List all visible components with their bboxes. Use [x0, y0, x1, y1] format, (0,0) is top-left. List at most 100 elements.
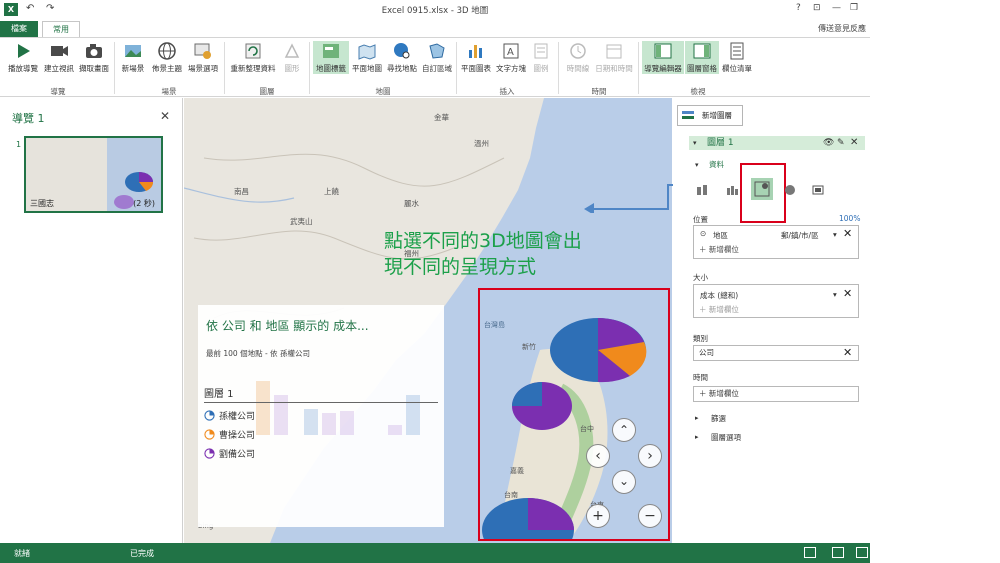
- capture-screen-button[interactable]: 擷取畫面: [77, 41, 111, 74]
- status-ready: 就緒: [14, 549, 30, 558]
- theme-button[interactable]: 佈景主題: [150, 41, 184, 74]
- edit-icon[interactable]: ✎: [837, 138, 845, 148]
- refresh-data-button[interactable]: 重新整理資料: [228, 41, 278, 74]
- theme-label: 佈景主題: [152, 64, 182, 73]
- taiwan-3d-map-inset[interactable]: 台灣島 新竹 台中 嘉義 台南 台東 ⌃ ‹ › ⌄ + −: [478, 288, 670, 541]
- layer-pane-button[interactable]: 圖層窗格: [685, 41, 719, 74]
- clustered-column-icon[interactable]: [725, 183, 739, 197]
- feedback-link[interactable]: 傳送意見反應: [818, 23, 866, 34]
- text-box-icon: A: [503, 43, 519, 59]
- legend-divider: [204, 402, 438, 403]
- zoom-out-button[interactable]: −: [638, 504, 662, 528]
- date-time-button[interactable]: 日期和時間: [594, 41, 634, 74]
- add-field-row[interactable]: ＋ 新增欄位: [699, 244, 739, 255]
- scene-options-button[interactable]: 場景選項: [186, 41, 220, 74]
- radio-icon[interactable]: ⊙: [700, 229, 706, 238]
- new-scene-label: 新場景: [121, 64, 145, 73]
- legend-subtitle: 最前 100 個地點 - 依 孫權公司: [206, 349, 310, 358]
- flat-chart-label: 平面圖表: [461, 64, 491, 73]
- map-city-label: 金華: [434, 113, 449, 122]
- filter-section[interactable]: 篩選: [711, 413, 726, 424]
- annotation-callout: 點選不同的3D地圖會出 現不同的呈現方式: [384, 228, 582, 280]
- field-list-button[interactable]: 欄位清單: [720, 41, 754, 74]
- play-tour-button[interactable]: 播放導覽: [6, 41, 40, 74]
- text-box-button[interactable]: A 文字方塊: [494, 41, 528, 74]
- tab-file[interactable]: 檔案: [0, 21, 38, 37]
- custom-regions-button[interactable]: 自訂區域: [420, 41, 454, 74]
- chevron-down-icon[interactable]: ▾: [833, 290, 837, 299]
- tab-home[interactable]: 常用: [42, 21, 80, 37]
- delete-layer-icon[interactable]: ✕: [850, 137, 858, 148]
- add-field-row[interactable]: ＋ 新增欄位: [699, 304, 739, 315]
- timeline-button[interactable]: 時間線: [563, 41, 593, 74]
- fullscreen-icon[interactable]: [856, 547, 868, 558]
- map-labels-icon: [323, 44, 339, 58]
- map-view-icon[interactable]: [804, 547, 816, 558]
- remove-field-icon[interactable]: ✕: [843, 287, 852, 300]
- pan-left-button[interactable]: ‹: [586, 444, 610, 468]
- ribbon-display-icon[interactable]: ⊡: [813, 3, 821, 13]
- map-labels-button[interactable]: 地圖標籤: [313, 41, 349, 74]
- group-label-scene: 場景: [161, 87, 177, 96]
- custom-regions-label: 自訂區域: [422, 64, 452, 73]
- globe-theme-icon: [158, 42, 176, 60]
- ribbon-separator: [456, 42, 457, 94]
- add-field-label: 新增欄位: [708, 389, 739, 398]
- pan-right-button[interactable]: ›: [638, 444, 662, 468]
- eye-icon[interactable]: 👁: [823, 138, 834, 148]
- pie-chart-north: [550, 318, 647, 383]
- shapes-button[interactable]: 圖形: [280, 41, 304, 74]
- scene-thumbnail[interactable]: 三國志 (2 秒): [24, 136, 163, 213]
- chevron-down-icon[interactable]: ▾: [833, 230, 837, 239]
- category-field[interactable]: 公司: [693, 345, 859, 361]
- legend-label: 圖例: [533, 64, 549, 73]
- tour-editor-icon: [654, 43, 672, 59]
- refresh-icon: [245, 43, 261, 59]
- shapes-icon: [284, 43, 300, 58]
- scene-name: 三國志: [30, 199, 54, 208]
- create-video-button[interactable]: 建立視訊: [42, 41, 76, 74]
- collapse-icon[interactable]: ▾: [693, 139, 697, 147]
- custom-regions-icon: [429, 43, 445, 59]
- zoom-in-button[interactable]: +: [586, 504, 610, 528]
- legend-button[interactable]: 圖例: [529, 41, 553, 74]
- map-city-label: 麗水: [404, 199, 419, 208]
- pan-up-button[interactable]: ⌃: [612, 418, 636, 442]
- capture-screen-label: 擷取畫面: [79, 64, 109, 73]
- new-scene-button[interactable]: 新場景: [117, 41, 149, 74]
- region-map-icon[interactable]: [811, 183, 825, 197]
- flat-map-button[interactable]: 平面地圖: [350, 41, 384, 74]
- pan-down-button[interactable]: ⌄: [612, 470, 636, 494]
- expand-icon[interactable]: ▸: [695, 414, 699, 422]
- close-icon[interactable]: ✕: [160, 109, 170, 123]
- pie-slice-icon: [204, 448, 215, 459]
- collapse-icon[interactable]: ▾: [695, 161, 699, 169]
- restore-icon[interactable]: ❐: [850, 3, 858, 13]
- location-match-pct[interactable]: 100%: [839, 214, 860, 223]
- remove-field-icon[interactable]: ✕: [843, 346, 852, 359]
- stacked-column-icon[interactable]: [695, 183, 709, 197]
- legend-icon: [534, 43, 548, 59]
- flat-chart-button[interactable]: 平面圖表: [459, 41, 493, 74]
- time-add-field[interactable]: ＋ 新增欄位: [693, 386, 859, 402]
- expand-icon[interactable]: ▸: [695, 433, 699, 441]
- grid-view-icon[interactable]: [832, 547, 844, 558]
- layer-options-section[interactable]: 圖層選項: [711, 432, 741, 443]
- legend-item: 孫權公司: [204, 409, 255, 422]
- bubble-chart-type-button[interactable]: [751, 178, 773, 200]
- find-location-button[interactable]: 尋找地點: [385, 41, 419, 74]
- ribbon: 播放導覽 建立視訊 擷取畫面 導覽 新場景 佈景主題 場景選項 場景 重新整理資…: [0, 37, 870, 97]
- data-section-label: 資料: [709, 160, 724, 169]
- ribbon-separator: [309, 42, 310, 94]
- legend-card[interactable]: 依 公司 和 地區 顯示的 成本... 最前 100 個地點 - 依 孫權公司 …: [198, 305, 444, 527]
- tour-editor-button[interactable]: 導覽編輯器: [642, 41, 684, 74]
- field-list-icon: [730, 42, 744, 60]
- heat-map-icon[interactable]: [783, 183, 797, 197]
- minimize-icon[interactable]: —: [832, 3, 841, 13]
- remove-field-icon[interactable]: ✕: [843, 227, 852, 240]
- map-city-label: 上饒: [324, 187, 339, 196]
- add-layer-icon: [682, 111, 694, 119]
- tour-editor-panel: 導覽 1 ✕ 1 三國志 (2 秒): [0, 98, 183, 543]
- location-type-dropdown[interactable]: 郵/鎮/市/區: [781, 230, 819, 241]
- help-button[interactable]: ?: [796, 3, 801, 13]
